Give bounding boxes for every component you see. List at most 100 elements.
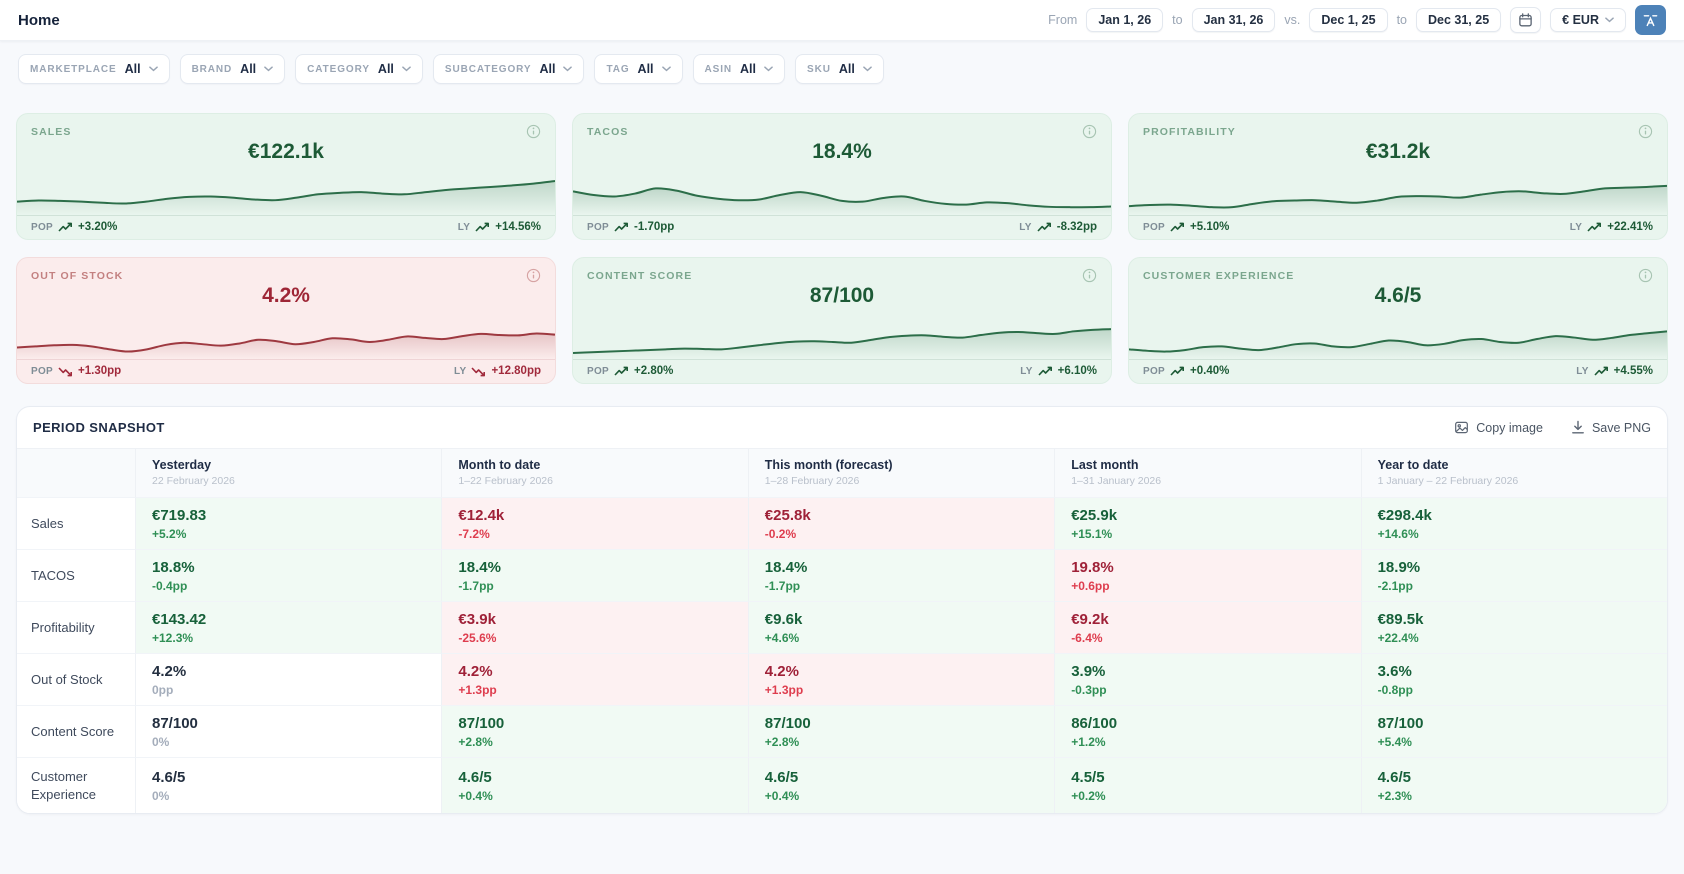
metric-value: €3.9k bbox=[458, 610, 496, 628]
metric-delta: -7.2% bbox=[458, 526, 490, 541]
info-icon[interactable] bbox=[1638, 268, 1653, 283]
sparkline-chart bbox=[1129, 169, 1667, 215]
translate-icon bbox=[1642, 12, 1659, 29]
page-title: Home bbox=[18, 11, 60, 29]
trending-up-icon bbox=[614, 366, 629, 377]
kpi-value: 87/100 bbox=[809, 284, 875, 307]
metric-delta: 0% bbox=[152, 788, 170, 803]
snapshot-cell: €25.9k +15.1% bbox=[1054, 497, 1361, 549]
sparkline-chart bbox=[17, 169, 555, 215]
kpi-title: PROFITABILITY bbox=[1143, 125, 1236, 138]
snapshot-cell: €143.42 +12.3% bbox=[135, 601, 442, 653]
info-icon[interactable] bbox=[1082, 124, 1097, 139]
to-label: to bbox=[1396, 13, 1407, 27]
metric-value: €9.6k bbox=[764, 610, 803, 628]
snapshot-cell: 18.4% -1.7pp bbox=[747, 549, 1055, 601]
kpi-card-content-score: CONTENT SCORE 87/100 POP +2.80% LY +6.10… bbox=[572, 257, 1112, 384]
info-icon[interactable] bbox=[1638, 124, 1653, 139]
metric-value: €298.4k bbox=[1377, 506, 1432, 524]
chevron-down-icon bbox=[764, 66, 773, 72]
sparkline-chart bbox=[1129, 313, 1667, 359]
column-header-year-to-date: Year to date 1 January – 22 February 202… bbox=[1360, 448, 1667, 497]
filter-sku[interactable]: SKU All bbox=[795, 54, 884, 84]
kpi-grid: SALES €122.1k POP +3.20% LY +14.56% TACO… bbox=[0, 84, 1684, 384]
pop-metric: POP +2.80% bbox=[587, 365, 674, 377]
metric-value: €25.9k bbox=[1071, 506, 1118, 524]
snapshot-cell: 19.8% +0.6pp bbox=[1054, 549, 1361, 601]
to-label: to bbox=[1172, 13, 1183, 27]
metric-delta: +1.3pp bbox=[764, 682, 804, 697]
metric-value: €9.2k bbox=[1071, 610, 1109, 628]
currency-selector[interactable]: € EUR bbox=[1550, 8, 1626, 32]
kpi-value: €122.1k bbox=[248, 140, 324, 163]
from-label: From bbox=[1048, 13, 1078, 27]
trending-up-icon bbox=[475, 222, 490, 233]
sparkline-chart bbox=[573, 169, 1111, 215]
calendar-button[interactable] bbox=[1510, 7, 1542, 33]
row-label-content-score: Content Score bbox=[17, 705, 135, 757]
image-icon bbox=[1454, 420, 1469, 435]
info-icon[interactable] bbox=[526, 124, 541, 139]
metric-value: 19.8% bbox=[1071, 558, 1114, 576]
chevron-down-icon bbox=[148, 66, 158, 72]
copy-image-button[interactable]: Copy image bbox=[1454, 420, 1543, 435]
row-label-out-of-stock: Out of Stock bbox=[17, 653, 135, 705]
date-end-button[interactable]: Jan 31, 26 bbox=[1191, 8, 1276, 32]
snapshot-cell: €9.6k +4.6% bbox=[747, 601, 1055, 653]
snapshot-cell: 4.2% 0pp bbox=[135, 653, 442, 705]
info-icon[interactable] bbox=[526, 268, 541, 283]
filter-brand[interactable]: BRAND All bbox=[179, 54, 286, 84]
metric-value: 3.6% bbox=[1377, 662, 1412, 680]
filter-category[interactable]: CATEGORY All bbox=[295, 54, 423, 84]
metric-value: 87/100 bbox=[1377, 714, 1424, 732]
kpi-title: SALES bbox=[31, 125, 72, 138]
kpi-card-out-of-stock: OUT OF STOCK 4.2% POP +1.30pp LY +12.80p… bbox=[16, 257, 556, 384]
info-icon[interactable] bbox=[1082, 268, 1097, 283]
metric-delta: -0.4pp bbox=[152, 578, 188, 593]
metric-value: 3.9% bbox=[1071, 662, 1106, 680]
date-start-button[interactable]: Jan 1, 26 bbox=[1086, 8, 1164, 32]
trending-down-icon bbox=[471, 366, 486, 377]
column-header-yesterday: Yesterday 22 February 2026 bbox=[135, 448, 442, 497]
save-png-button[interactable]: Save PNG bbox=[1571, 420, 1651, 435]
trending-up-icon bbox=[1037, 222, 1052, 233]
metric-value: 18.4% bbox=[458, 558, 501, 576]
calendar-icon bbox=[1518, 12, 1533, 28]
metric-delta: +0.4% bbox=[458, 788, 493, 803]
snapshot-cell: €12.4k -7.2% bbox=[441, 497, 748, 549]
metric-delta: -6.4% bbox=[1071, 630, 1103, 645]
metric-value: 18.8% bbox=[152, 558, 195, 576]
pop-metric: POP +1.30pp bbox=[31, 365, 122, 377]
snapshot-cell: 4.5/5 +0.2% bbox=[1054, 757, 1361, 814]
metric-delta: +15.1% bbox=[1071, 526, 1113, 541]
metric-value: 4.6/5 bbox=[152, 768, 186, 786]
snapshot-title: PERIOD SNAPSHOT bbox=[33, 420, 165, 435]
chevron-down-icon bbox=[661, 66, 671, 72]
trending-up-icon bbox=[58, 222, 73, 233]
filter-tag[interactable]: TAG All bbox=[594, 54, 683, 84]
kpi-title: OUT OF STOCK bbox=[31, 269, 124, 282]
column-header-this-month-forecast: This month (forecast) 1–28 February 2026 bbox=[747, 448, 1055, 497]
compare-end-button[interactable]: Dec 31, 25 bbox=[1416, 8, 1502, 32]
metric-delta: +4.6% bbox=[764, 630, 800, 645]
filter-marketplace[interactable]: MARKETPLACE All bbox=[18, 54, 170, 84]
compare-start-button[interactable]: Dec 1, 25 bbox=[1309, 8, 1388, 32]
ly-metric: LY -8.32pp bbox=[1019, 221, 1097, 233]
ly-metric: LY +12.80pp bbox=[453, 365, 541, 377]
pop-metric: POP -1.70pp bbox=[587, 221, 675, 233]
kpi-card-profitability: PROFITABILITY €31.2k POP +5.10% LY +22.4… bbox=[1128, 113, 1668, 240]
translate-button[interactable] bbox=[1635, 5, 1666, 35]
metric-value: 4.6/5 bbox=[458, 768, 492, 786]
filter-asin[interactable]: ASIN All bbox=[692, 54, 786, 84]
metric-delta: +0.2% bbox=[1071, 788, 1106, 803]
metric-value: 4.2% bbox=[458, 662, 493, 680]
trending-down-icon bbox=[58, 366, 73, 377]
snapshot-cell: 4.6/5 0% bbox=[135, 757, 442, 814]
metric-delta: +2.3% bbox=[1377, 788, 1412, 803]
filter-subcategory[interactable]: SUBCATEGORY All bbox=[432, 54, 585, 84]
metric-delta: -25.6% bbox=[458, 630, 497, 645]
snapshot-cell: €89.5k +22.4% bbox=[1360, 601, 1667, 653]
snapshot-cell: 4.2% +1.3pp bbox=[747, 653, 1055, 705]
metric-delta: +0.4% bbox=[764, 788, 800, 803]
metric-value: 4.2% bbox=[764, 662, 799, 680]
